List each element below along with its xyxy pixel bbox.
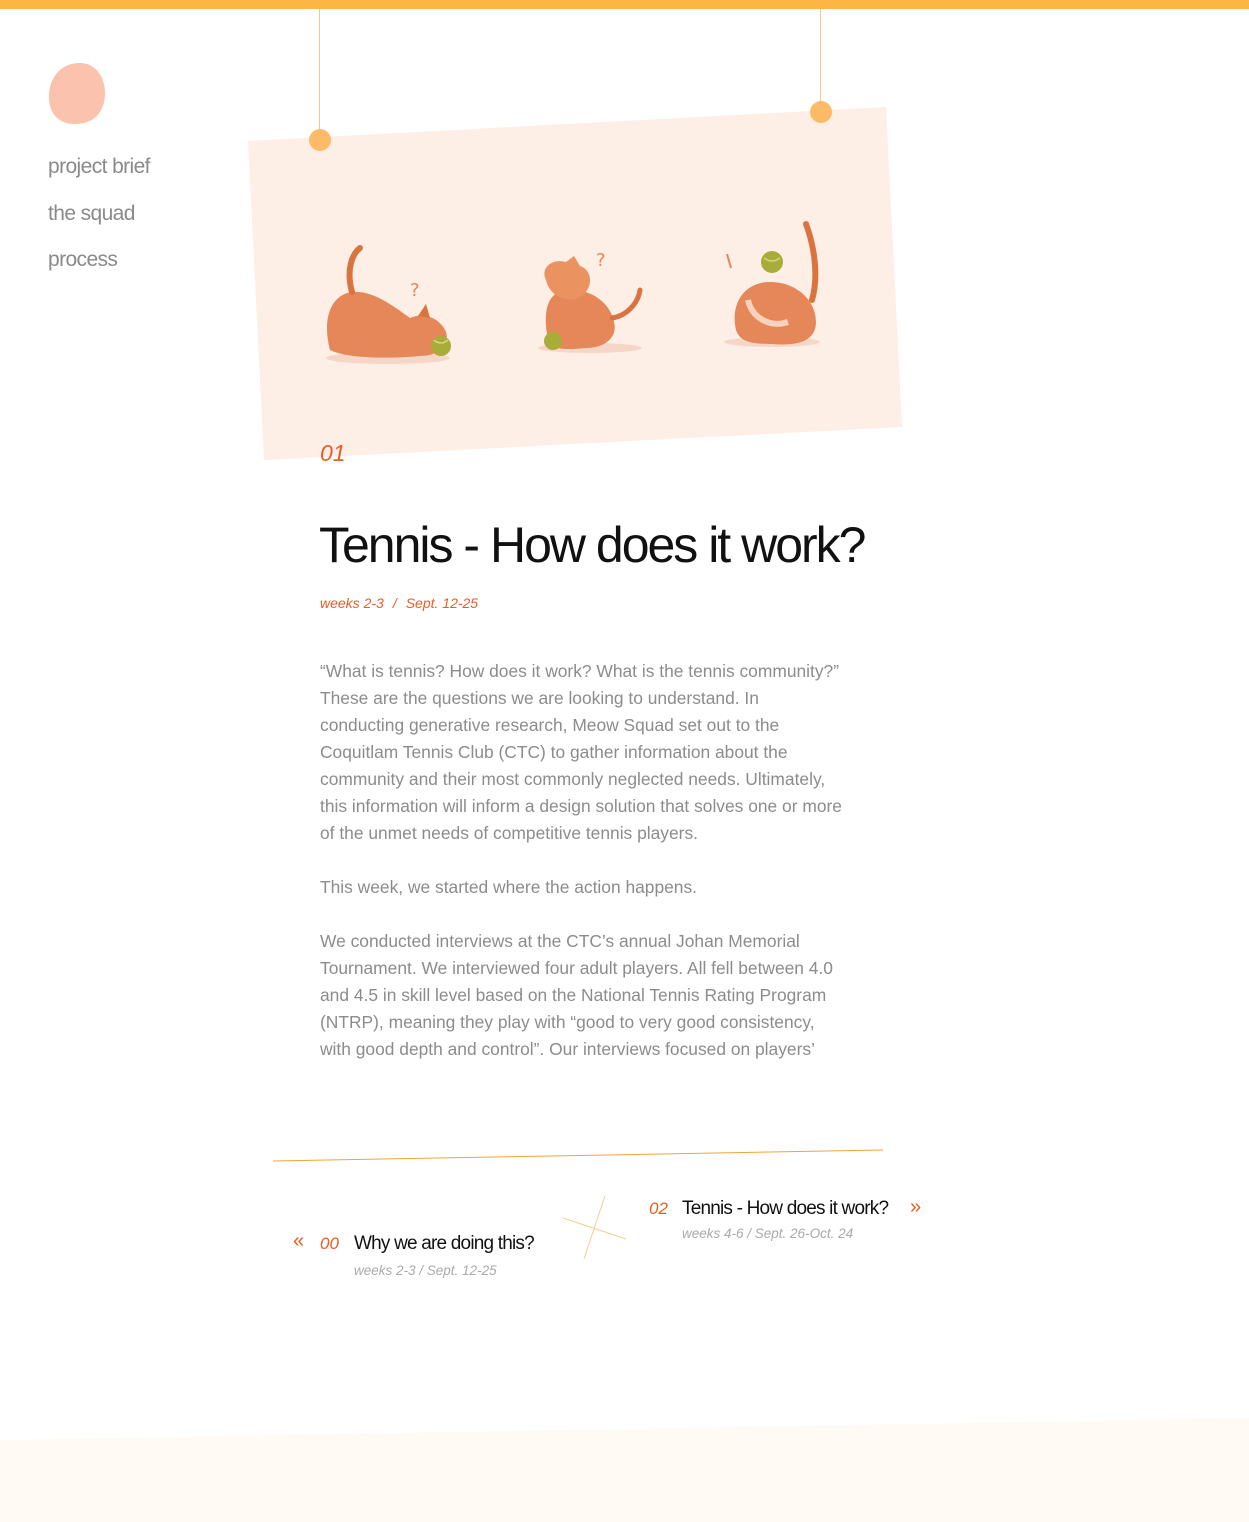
- article-body: “What is tennis? How does it work? What …: [320, 658, 844, 1090]
- article-dates: Sept. 12-25: [405, 595, 479, 611]
- next-number: 02: [649, 1199, 668, 1218]
- next-title: Tennis - How does it work?: [682, 1198, 889, 1219]
- hero-illustration-card: ? ?: [248, 107, 902, 460]
- paragraph: This week, we started where the action h…: [320, 877, 698, 897]
- prev-title: Why we are doing this?: [354, 1233, 535, 1254]
- pin-left: [309, 129, 331, 151]
- meta-separator: /: [392, 595, 397, 611]
- article-weeks: weeks 2-3: [320, 595, 384, 611]
- pin-right: [810, 101, 832, 123]
- article-meta: weeks 2-3 / Sept. 12-25: [320, 595, 478, 611]
- prev-meta: weeks 2-3 / Sept. 12-25: [354, 1263, 497, 1278]
- page-title: Tennis - How does it work?: [319, 517, 866, 573]
- prev-article-link[interactable]: « 00 Why we are doing this? weeks 2-3 / …: [293, 1230, 553, 1282]
- paragraph: “What is tennis? How does it work? What …: [320, 661, 842, 843]
- cross-decoration-icon: [562, 1195, 627, 1260]
- section-number: 01: [320, 440, 346, 466]
- next-article-link[interactable]: 02 Tennis - How does it work? » weeks 4-…: [649, 1196, 929, 1246]
- prev-arrow-icon: «: [293, 1230, 305, 1252]
- svg-text:?: ?: [596, 250, 606, 271]
- paragraph: We conducted interviews at the CTC’s ann…: [320, 931, 833, 1059]
- prev-number: 00: [320, 1234, 339, 1253]
- svg-text:?: ?: [410, 280, 420, 301]
- next-arrow-icon: »: [910, 1196, 922, 1218]
- next-meta: weeks 4-6 / Sept. 26-Oct. 24: [682, 1226, 854, 1241]
